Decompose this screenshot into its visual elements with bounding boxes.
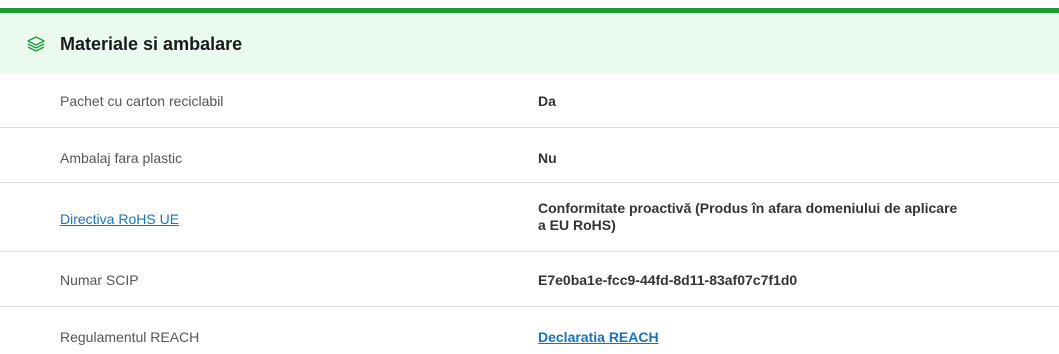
table-row: Numar SCIP E7e0ba1e-fcc9-44fd-8d11-83af0… — [0, 252, 1059, 307]
specs-table: Pachet cu carton reciclabil Da Ambalaj f… — [0, 73, 1059, 354]
row-label: Pachet cu carton reciclabil — [60, 93, 224, 109]
reach-declaration-link[interactable]: Declaratia REACH — [538, 329, 968, 346]
table-row: Pachet cu carton reciclabil Da — [0, 73, 1059, 128]
row-label: Numar SCIP — [60, 272, 139, 288]
table-row: Directiva RoHS UE Conformitate proactivă… — [0, 183, 1059, 252]
table-row: Regulamentul REACH Declaratia REACH — [0, 307, 1059, 354]
row-value: Conformitate proactivă (Produs în afara … — [538, 200, 958, 233]
section-title: Materiale si ambalare — [60, 34, 243, 54]
layers-icon — [27, 36, 45, 52]
row-label: Ambalaj fara plastic — [60, 150, 183, 166]
scip-number-value: E7e0ba1e-fcc9-44fd-8d11-83af07c7f1d0 — [538, 272, 798, 288]
section-header[interactable]: Materiale si ambalare — [0, 13, 1059, 73]
row-label: Regulamentul REACH — [60, 329, 200, 345]
row-value: Da — [538, 93, 556, 109]
row-value: Nu — [538, 150, 557, 166]
materials-packaging-panel: Materiale si ambalare Pachet cu carton r… — [0, 0, 1059, 354]
table-row: Ambalaj fara plastic Nu — [0, 128, 1059, 183]
rohs-directive-link[interactable]: Directiva RoHS UE — [60, 211, 179, 227]
